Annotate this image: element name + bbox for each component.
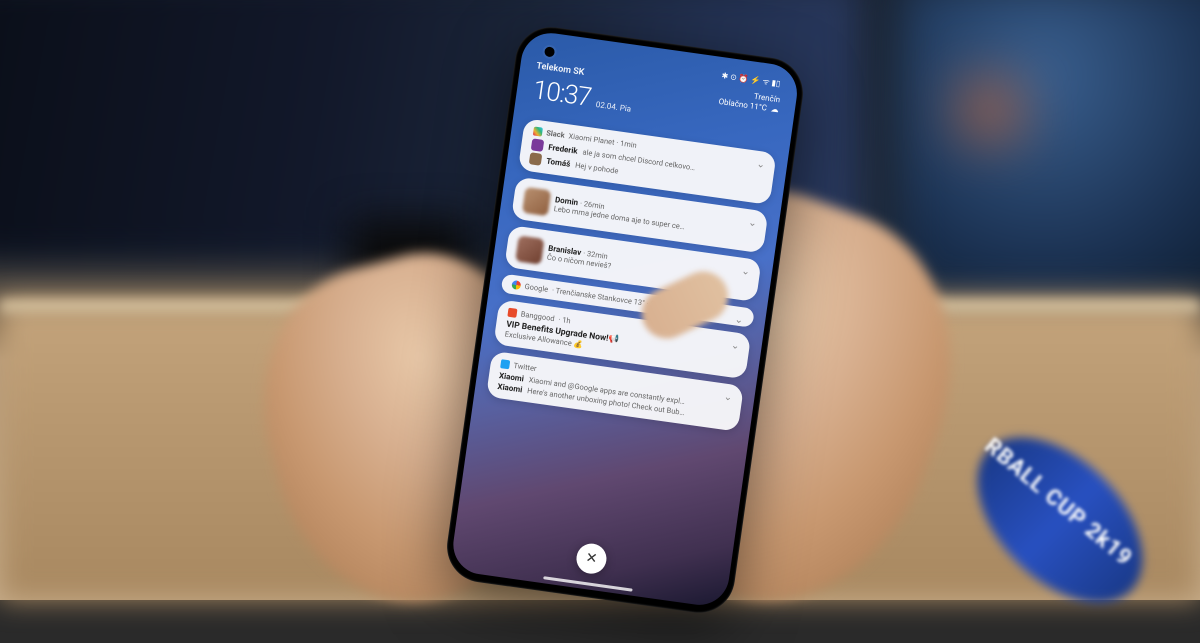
- status-indicator-icons: ✱ ⊙ ⏰ ⚡ ᯤ ▮▯: [721, 70, 781, 89]
- google-icon: [511, 280, 521, 290]
- app-name: Twitter: [513, 361, 537, 373]
- chevron-down-icon[interactable]: ⌄: [741, 266, 751, 278]
- background-monitor-right: [900, 0, 1200, 300]
- background-light: [960, 80, 1020, 140]
- chevron-down-icon[interactable]: ⌄: [723, 392, 733, 404]
- banggood-icon: [507, 308, 517, 318]
- chevron-down-icon[interactable]: ⌄: [730, 340, 740, 352]
- chevron-down-icon[interactable]: ⌄: [756, 159, 766, 171]
- notification-meta: · 1h: [558, 315, 571, 326]
- sender-name: Xiaomi: [497, 382, 523, 394]
- app-name: Slack: [546, 128, 566, 139]
- weather-icon: ☁: [770, 105, 779, 116]
- chevron-down-icon[interactable]: ⌄: [734, 314, 744, 326]
- notification-list[interactable]: Slack Xiaomi Planet · 1min ⌄ Frederik al…: [468, 118, 776, 557]
- chevron-down-icon[interactable]: ⌄: [748, 217, 758, 229]
- photo-scene: RBALL CUP 2k19 ✱ ⊙ ⏰ ⚡ ᯤ ▮▯ Telekom SK T…: [0, 0, 1200, 600]
- avatar: [531, 138, 545, 152]
- avatar: [515, 235, 544, 264]
- clock-date: 02.04. Pia: [595, 100, 631, 114]
- sender-name: Tomáš: [546, 156, 571, 168]
- avatar: [529, 152, 543, 166]
- slack-icon: [533, 126, 543, 136]
- twitter-icon: [500, 359, 510, 369]
- sender-name: Frederik: [548, 142, 579, 155]
- clear-all-button[interactable]: ✕: [575, 542, 609, 576]
- status-icons: ✱ ⊙ ⏰ ⚡ ᯤ ▮▯: [721, 70, 781, 89]
- app-name: Banggood: [520, 309, 555, 323]
- avatar: [522, 187, 551, 216]
- app-name: Google: [524, 282, 549, 294]
- clock-time: 10:37: [531, 75, 593, 113]
